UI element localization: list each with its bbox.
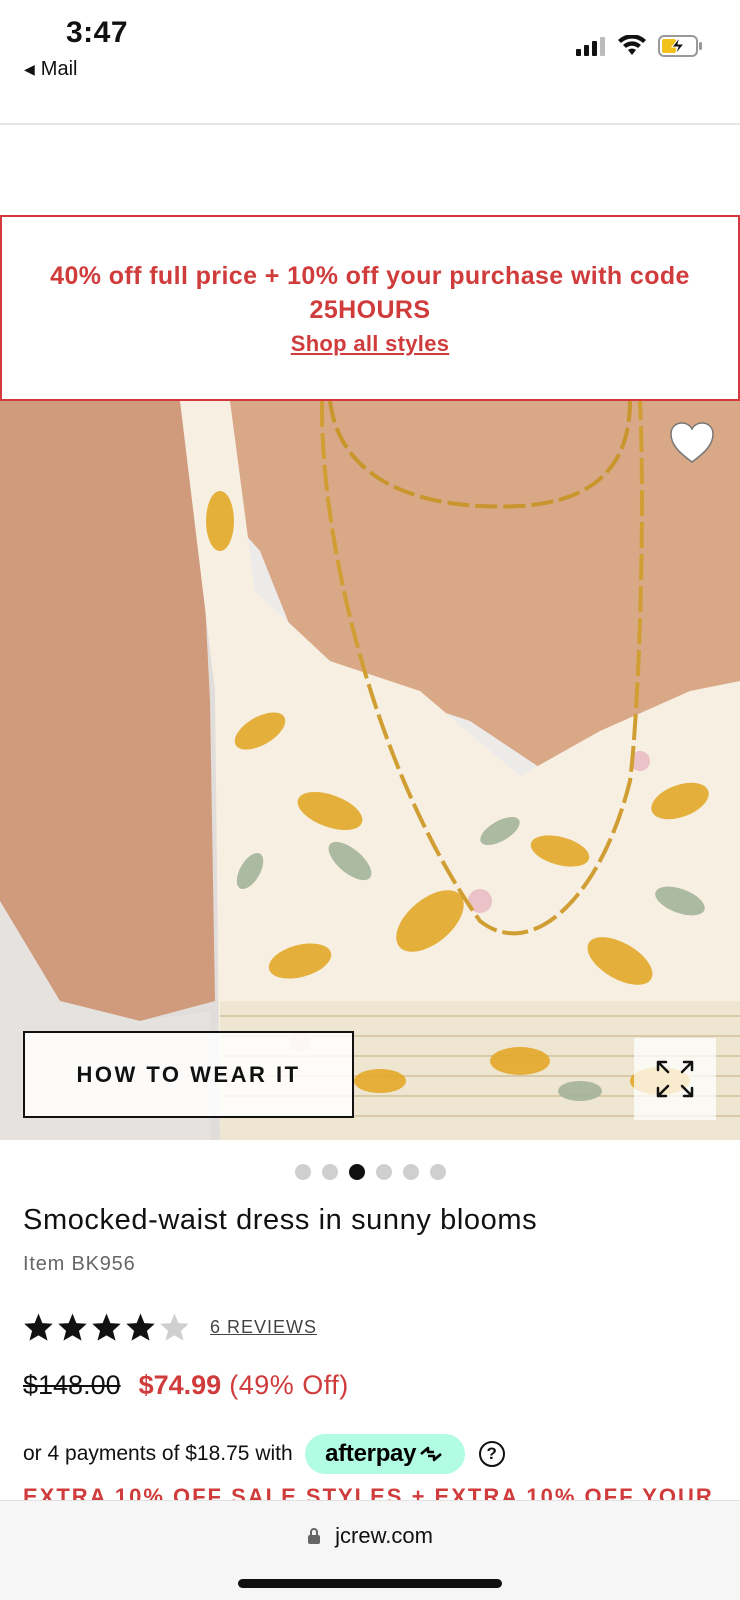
product-title: Smocked-waist dress in sunny blooms [23, 1204, 538, 1236]
header-divider [0, 123, 740, 125]
carousel-dots [295, 1164, 446, 1180]
star-rating [23, 1312, 190, 1342]
discount-percent: (49% Off) [229, 1370, 349, 1400]
star-filled-icon [24, 1313, 53, 1341]
price-row: $148.00 $74.99 (49% Off) [23, 1370, 349, 1401]
extra-offer-text: EXTRA 10% OFF SALE STYLES + EXTRA 10% OF… [23, 1488, 723, 1500]
carousel-dot[interactable] [403, 1164, 419, 1180]
product-rating: 6 REVIEWS [23, 1312, 317, 1342]
afterpay-label: afterpay [325, 1440, 417, 1467]
carousel-dot[interactable] [376, 1164, 392, 1180]
browser-url-bar[interactable]: jcrew.com [0, 1500, 740, 1600]
promo-text: 40% off full price + 10% off your purcha… [50, 262, 690, 324]
shop-all-styles-link[interactable]: Shop all styles [291, 331, 450, 357]
url-text: jcrew.com [335, 1523, 433, 1548]
home-indicator[interactable] [238, 1579, 502, 1588]
promo-banner: 40% off full price + 10% off your purcha… [0, 215, 740, 401]
afterpay-row: or 4 payments of $18.75 with afterpay ? [23, 1434, 505, 1474]
expand-image-button[interactable] [634, 1038, 716, 1120]
item-number: Item BK956 [23, 1253, 136, 1275]
installments-text: or 4 payments of $18.75 with [23, 1442, 293, 1465]
cellular-signal-icon [576, 37, 605, 56]
afterpay-logo[interactable]: afterpay [304, 1434, 465, 1474]
star-filled-icon [58, 1313, 87, 1341]
back-app-label: Mail [40, 58, 78, 80]
wifi-icon [618, 35, 646, 55]
afterpay-info-button[interactable]: ? [478, 1441, 505, 1467]
favorite-heart-icon[interactable] [668, 420, 716, 466]
afterpay-arrows-icon [420, 1446, 442, 1462]
carousel-dot[interactable] [322, 1164, 338, 1180]
star-filled-icon [92, 1313, 121, 1341]
extra-offer-label: EXTRA 10% OFF SALE STYLES + EXTRA 10% OF… [23, 1488, 723, 1500]
sale-price: $74.99 [138, 1370, 222, 1400]
star-empty-icon [160, 1313, 189, 1341]
battery-charging-icon [658, 35, 702, 57]
expand-arrows-icon [656, 1060, 694, 1098]
carousel-dot[interactable] [295, 1164, 311, 1180]
how-to-wear-it-button[interactable]: HOW TO WEAR IT [23, 1031, 354, 1118]
lock-icon [308, 1528, 321, 1544]
system-icons [576, 34, 704, 58]
back-triangle-icon: ◀ [24, 61, 35, 77]
status-bar: 3:47 ◀ Mail [0, 0, 740, 122]
original-price: $148.00 [23, 1370, 121, 1400]
reviews-link[interactable]: 6 REVIEWS [210, 1317, 317, 1338]
product-photo-illustration [0, 401, 740, 1140]
back-to-mail-button[interactable]: ◀ Mail [24, 58, 77, 81]
url-display[interactable]: jcrew.com [0, 1523, 740, 1549]
status-time: 3:47 [66, 16, 129, 49]
carousel-dot-active[interactable] [349, 1164, 365, 1180]
star-filled-icon [126, 1313, 155, 1341]
carousel-dot[interactable] [430, 1164, 446, 1180]
product-image[interactable] [0, 401, 740, 1140]
